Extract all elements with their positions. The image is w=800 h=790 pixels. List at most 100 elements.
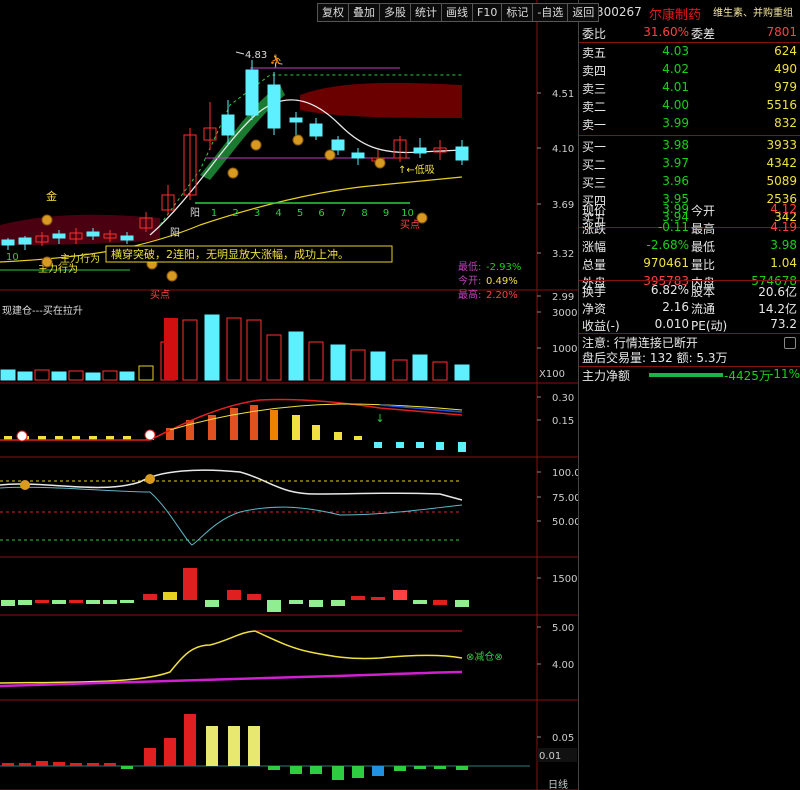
volume-bar	[350, 349, 366, 381]
ind1-bar	[270, 410, 278, 440]
ind5-bar	[184, 714, 196, 766]
stat-low: -2.93%	[486, 262, 521, 273]
back-button[interactable]: 返回	[567, 3, 600, 22]
ind3-bar	[351, 596, 365, 600]
coin-icon	[250, 139, 262, 151]
bid-row: 买二 3.97 4342	[582, 156, 797, 172]
statistics-button[interactable]: 统计	[410, 3, 441, 22]
volume-bar	[454, 364, 470, 381]
volume-bar	[182, 319, 198, 381]
coin-icon	[292, 134, 304, 146]
concept-tag[interactable]: 维生素、并购重组	[713, 4, 793, 19]
chart-area[interactable]: 4.51 4.10 3.69 3.32 2.99 30000 10000 X100 0.30 0.…	[0, 0, 600, 790]
ind3-bar	[413, 600, 427, 604]
volume-bar	[102, 370, 118, 381]
volume-axis-label: 10000	[552, 344, 578, 355]
ind3-bar	[371, 597, 385, 600]
ind3-axis-label: 15000	[552, 574, 578, 585]
remove-watchlist-button[interactable]: -自选	[532, 3, 568, 22]
candle-number: 6	[318, 208, 324, 219]
stat2-row: 收益(-) 0.010 PE(动) 73.2	[582, 317, 797, 333]
stat-row: 涨跌 -0.11 最高 4.19	[582, 220, 797, 236]
dixi-label: ↑←低吸	[398, 163, 435, 176]
volume-bar	[370, 351, 386, 381]
candle-number: 9	[383, 208, 389, 219]
ind4-axis-label: 5.00	[552, 623, 574, 634]
multi-stock-button[interactable]: 多股	[379, 3, 410, 22]
ind3-bar	[433, 600, 447, 605]
price-axis-label: 3.69	[552, 200, 574, 211]
coin-icon	[41, 214, 53, 226]
volume-bar	[138, 365, 154, 381]
ind5-axis-label: 0.05	[552, 733, 574, 744]
ind2-cyan-line	[0, 486, 463, 546]
volume-bar	[432, 361, 448, 381]
volume-bar	[226, 317, 242, 381]
ind5-bar	[206, 726, 218, 766]
ind1-bar	[354, 436, 362, 440]
ind3-bar	[309, 600, 323, 607]
ind3-bar	[289, 600, 303, 604]
volume-unit: X100	[539, 369, 565, 380]
scroll-icon[interactable]	[784, 337, 796, 349]
volume-bar	[119, 371, 135, 381]
ind5-bar	[414, 766, 426, 769]
quote-panel: R 300267 尔康制药 维生素、并购重组 委比 31.60% 委差 7801…	[578, 0, 800, 790]
ind3-bar	[35, 600, 49, 603]
ind3-bar	[163, 592, 177, 600]
candle-number: 3	[254, 208, 260, 219]
ind1-arrow-icon: ↓	[375, 412, 384, 425]
high-price-label: 4.83	[245, 50, 267, 61]
ind3-bar	[393, 590, 407, 600]
connection-note: 注意: 行情连接已断开	[582, 336, 698, 350]
after-hours-row: 盘后交易量: 132 额: 5.3万	[582, 351, 728, 365]
ind4-label: ⊗减仓⊗	[466, 650, 503, 663]
jin-label: 金	[46, 189, 57, 203]
ind2-axis-label: 75.00	[552, 493, 578, 504]
candle-body	[351, 152, 365, 159]
candle-number: 5	[297, 208, 303, 219]
high-marker-line	[235, 51, 245, 55]
stat-low-label: 最低:	[458, 260, 481, 273]
ind5-bar	[2, 763, 14, 766]
ind5-bar	[268, 766, 280, 770]
mark-button[interactable]: 标记	[501, 3, 533, 22]
ind4-axis-label: 4.00	[552, 660, 574, 671]
volume-bar-highlight	[164, 318, 178, 380]
ind1-bar-neg	[416, 442, 424, 448]
volume-bar	[330, 344, 346, 381]
volume-bar	[85, 372, 101, 381]
ind5-bar	[456, 766, 468, 770]
ind3-bar	[331, 600, 345, 606]
candle-number: 4	[275, 208, 281, 219]
candle-body	[289, 117, 303, 123]
volume-bar	[68, 370, 84, 381]
ind5-bar	[332, 766, 344, 780]
ten-label: 10	[6, 252, 19, 263]
ind3-bar	[143, 594, 157, 600]
candle-number: 10	[401, 208, 414, 219]
fuquan-button[interactable]: 复权	[317, 3, 348, 22]
stat-high-label: 最高:	[458, 288, 481, 301]
maidian-label: 买点	[400, 219, 420, 231]
stock-name: 尔康制药	[649, 8, 702, 23]
f10-button[interactable]: F10	[472, 3, 502, 22]
ind5-bar	[164, 738, 176, 766]
candle-body	[120, 235, 134, 241]
stat-row: 现价 3.99 今开 4.12	[582, 202, 797, 218]
kline-chart[interactable]: 4.51 4.10 3.69 3.32 2.99 30000 10000 X100 0.30 0.…	[0, 0, 578, 790]
ind5-bar	[87, 763, 99, 766]
ind2-coin-icon	[145, 474, 155, 484]
candle-number: 8	[361, 208, 367, 219]
ind5-bar	[121, 766, 133, 769]
candle-body	[331, 139, 345, 151]
draw-line-button[interactable]: 画线	[441, 3, 472, 22]
ind3-bar	[267, 600, 281, 612]
candle-number: 1	[211, 208, 217, 219]
bid-row: 买一 3.98 3933	[582, 138, 797, 154]
volume-bar	[246, 319, 262, 381]
ind3-bar	[52, 600, 66, 604]
overlay-button[interactable]: 叠加	[348, 3, 379, 22]
ind5-bar	[19, 763, 31, 766]
ind3-bar	[183, 568, 197, 600]
